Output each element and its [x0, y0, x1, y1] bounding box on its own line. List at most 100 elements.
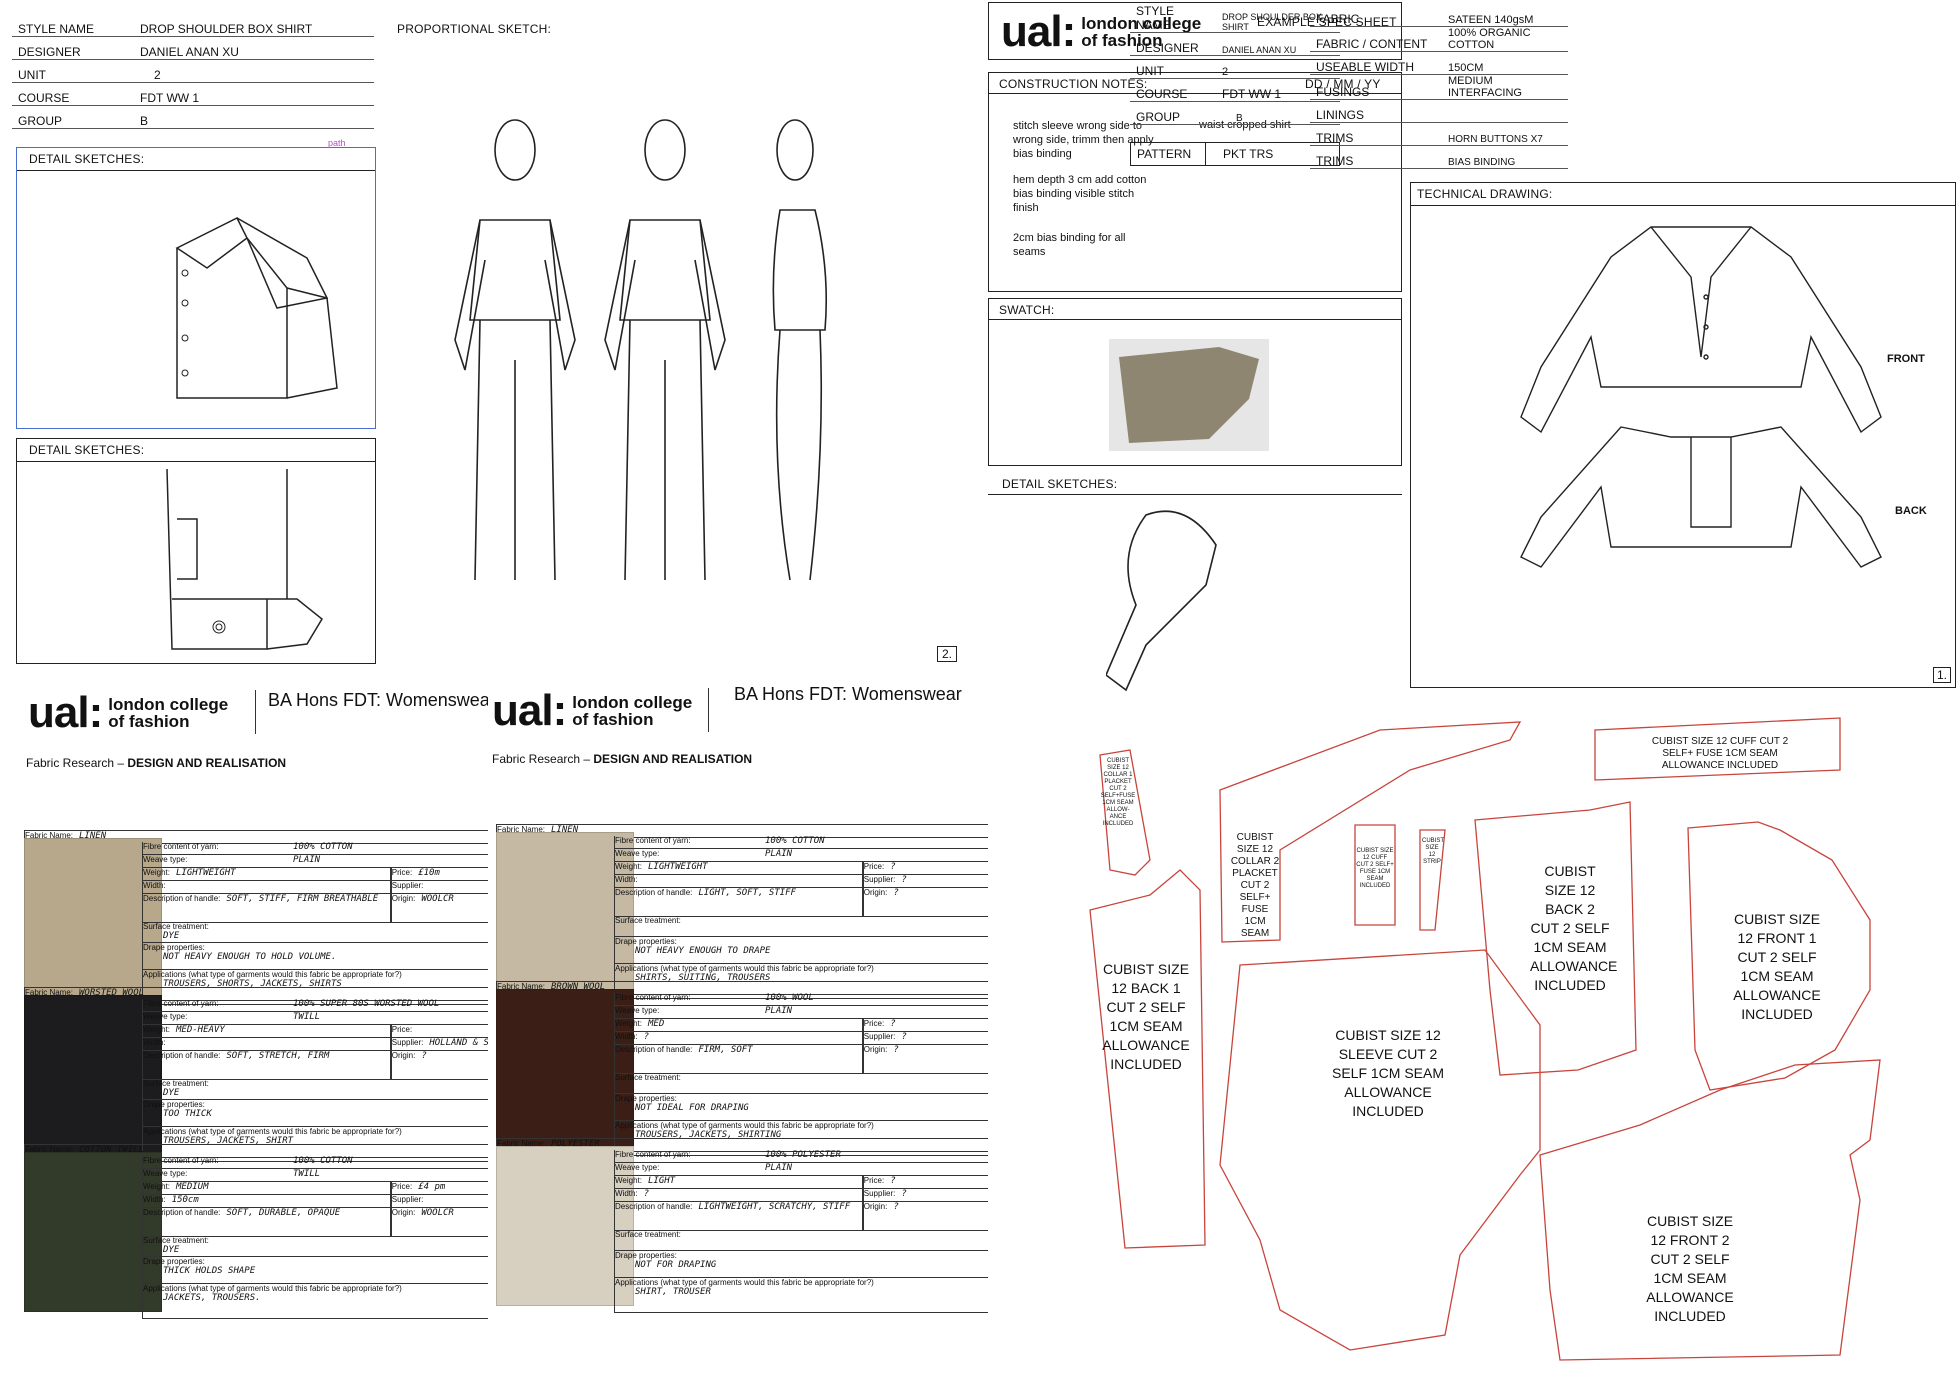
construction-notes-title: CONSTRUCTION NOTES:	[999, 77, 1148, 91]
drape-properties: NOT HEAVY ENOUGH TO DRAPE	[635, 946, 771, 956]
fibre-value: 100% SUPER 80S WORSTED WOOL	[293, 999, 440, 1009]
technical-garment-drawings	[1520, 226, 1882, 568]
fabric-weave-row: Weave type: TWILL	[142, 1169, 488, 1182]
fabric-fibre-row: Fibre content of yarn: 100% COTTON	[142, 1156, 488, 1169]
weave-value: TWILL	[293, 1169, 321, 1179]
field-value	[1442, 99, 1568, 123]
field-label: DESIGNER	[1130, 32, 1216, 56]
fibre-handle: SOFT, DURABLE, OPAQUE	[226, 1208, 341, 1218]
fibre-supplier-cell: Supplier:	[390, 881, 488, 894]
fibre-weight-cell: Weight: LIGHTWEIGHT	[614, 862, 863, 875]
fibre-width-cell: Width:	[614, 875, 863, 888]
fibre-supplier: ?	[901, 875, 907, 885]
fibre-handle-cell: Description of handle: LIGHT, SOFT, STIFF	[614, 888, 863, 917]
fibre-value: 100% WOOL	[765, 993, 814, 1003]
detail-sketches-box-2: DETAIL SKETCHES:	[16, 438, 376, 664]
fibre-handle-cell: Description of handle: SOFT, DURABLE, OPA…	[142, 1208, 391, 1237]
fibre-label: Fibre content of yarn:	[615, 836, 691, 845]
ual-logo: ual: london college of fashion	[492, 686, 693, 735]
piece-label-collar: CUBIST SIZE 12 COLLAR 2 PLACKET CUT 2 SE…	[1230, 832, 1280, 939]
fibre-handle-cell: Description of handle: LIGHTWEIGHT, SCRAT…	[614, 1202, 863, 1231]
field-label: DESIGNER	[12, 36, 134, 60]
field-value: SATEEN 140gsM	[1442, 4, 1568, 27]
field-label: UNIT	[1130, 55, 1216, 79]
fibre-value: 100% POLYESTER	[765, 1150, 841, 1160]
fabric-details: Fibre content of yarn: 100% COTTON Weave t…	[142, 1156, 488, 1319]
pattern-pieces-panel: CUBIST SIZE 12 COLLAR 1 PLACKET CUT 2 SE…	[1080, 710, 1958, 1382]
back-label: BACK	[1895, 505, 1927, 517]
fibre-price: ?	[890, 1019, 896, 1029]
fibre-origin-cell: Origin:?	[390, 1051, 488, 1080]
drape-properties: NOT HEAVY ENOUGH TO HOLD VOLUME.	[163, 952, 337, 962]
pattern-box: PATTERN PKT TRS	[1130, 142, 1340, 166]
piece-label-strip: CUBIST SIZE 12 STRIP	[1422, 838, 1445, 865]
fibre-origin: WOOLCR	[421, 1208, 454, 1218]
fibre-supplier-cell: Supplier:?	[862, 1032, 988, 1045]
fabric-fibre-row: Fibre content of yarn: 100% POLYESTER	[614, 1150, 988, 1163]
research-bold: DESIGN AND REALISATION	[127, 756, 287, 770]
surface-treatment-row: Surface treatment: DYE	[142, 1236, 488, 1257]
surface-treatment: DYE	[163, 1088, 180, 1098]
drape-properties-row: Drape properties: NOT FOR DRAPING	[614, 1251, 988, 1278]
weave-label: Weave type:	[143, 855, 188, 864]
field-value: DANIEL ANAN XU	[134, 36, 374, 60]
field-label: FABRIC / CONTENT	[1310, 26, 1442, 52]
divider	[255, 690, 256, 734]
surface-treatment-row: Surface treatment: DYE	[142, 1079, 488, 1100]
fibre-value: 100% COTTON	[765, 836, 825, 846]
weave-value: PLAIN	[765, 1163, 793, 1173]
drape-properties-row: Drape properties: NOT HEAVY ENOUGH TO DRA…	[614, 937, 988, 964]
fibre-price: ?	[890, 862, 896, 872]
fibre-price-cell: Price:	[390, 1025, 488, 1038]
drape-properties: TOO THICK	[163, 1109, 212, 1119]
research-label: Fabric Research –	[492, 752, 591, 766]
fabric-details: Fibre content of yarn: 100% POLYESTER Weav…	[614, 1150, 988, 1313]
fibre-price-cell: Price:?	[862, 862, 988, 875]
fibre-origin: ?	[893, 888, 899, 898]
fibre-label: Fibre content of yarn:	[143, 1156, 219, 1165]
pattern-value: PKT TRS	[1223, 147, 1274, 161]
fibre-origin: ?	[893, 1045, 899, 1055]
swatch-box: SWATCH:	[988, 298, 1402, 466]
applications: JACKETS, TROUSERS.	[163, 1293, 261, 1303]
fibre-price-cell: Price: £10m	[390, 868, 488, 881]
surface-treatment-row: Surface treatment:	[614, 916, 988, 937]
fibre-value: 100% COTTON	[293, 1156, 353, 1166]
spec-page-2: STYLE NAME DROP SHOULDER BOX SHIRT DESIGN…	[0, 0, 985, 680]
fibre-handle-cell: Description of handle: SOFT, STRETCH, FIR…	[142, 1051, 391, 1080]
logo-mark: ual:	[1001, 7, 1076, 56]
weave-label: Weave type:	[143, 1012, 188, 1021]
pattern-pieces-outline	[1089, 717, 1881, 1361]
fabric-entry: Fabric Name: COTTON TWILL Fibre content of…	[24, 1144, 488, 1334]
fibre-weight-cell: Weight: MED	[614, 1019, 863, 1032]
weave-value: PLAIN	[765, 1006, 793, 1016]
detail-sketches-box-1[interactable]: DETAIL SKETCHES:	[16, 147, 376, 429]
fibre-origin-cell: Origin: WOOLCR	[390, 894, 488, 923]
field-label: USEABLE WIDTH	[1310, 51, 1442, 75]
fabric-weave-row: Weave type: TWILL	[142, 1012, 488, 1025]
fibre-supplier-cell: Supplier:	[390, 1195, 488, 1208]
fabric-fibre-row: Fibre content of yarn: 100% COTTON	[142, 842, 488, 855]
fibre-handle: SOFT, STIFF, FIRM BREATHABLE	[226, 894, 379, 904]
proportional-sketch-figures	[454, 119, 828, 581]
fibre-price-cell: Price:?	[862, 1176, 988, 1189]
field-value: 100% ORGANIC COTTON	[1442, 26, 1568, 52]
applications-row: Applications (what type of garments woul…	[614, 1278, 988, 1313]
drape-properties-row: Drape properties: NOT IDEAL FOR DRAPING	[614, 1094, 988, 1121]
fibre-price-cell: Price:?	[862, 1019, 988, 1032]
spec-page-1: ual: london college of fashion EXAMPLE SPE…	[986, 0, 1958, 692]
field-label: COURSE	[1130, 78, 1216, 102]
field-label: LININGS	[1310, 99, 1442, 123]
detail-sketches-title: DETAIL SKETCHES:	[29, 152, 145, 166]
field-label: COURSE	[12, 82, 134, 106]
divider	[989, 319, 1401, 320]
field-value: FDT WW 1	[134, 82, 374, 106]
piece-label-cuff: CUBIST SIZE 12 CUFF CUT 2 SELF+ FUSE 1CM…	[1651, 736, 1789, 771]
fabric-fibre-row: Fibre content of yarn: 100% COTTON	[614, 836, 988, 849]
divider	[708, 688, 709, 732]
fabric-weave-row: Weave type: PLAIN	[614, 1163, 988, 1176]
detail-sketches-title: DETAIL SKETCHES:	[29, 443, 145, 457]
piece-label-back2: CUBIST SIZE 12 BACK 2 CUT 2 SELF 1CM SEA…	[1530, 863, 1618, 993]
fibre-supplier-cell: Supplier:?	[862, 1189, 988, 1202]
fabric-details: Fibre content of yarn: 100% WOOL Weave typ…	[614, 993, 988, 1156]
